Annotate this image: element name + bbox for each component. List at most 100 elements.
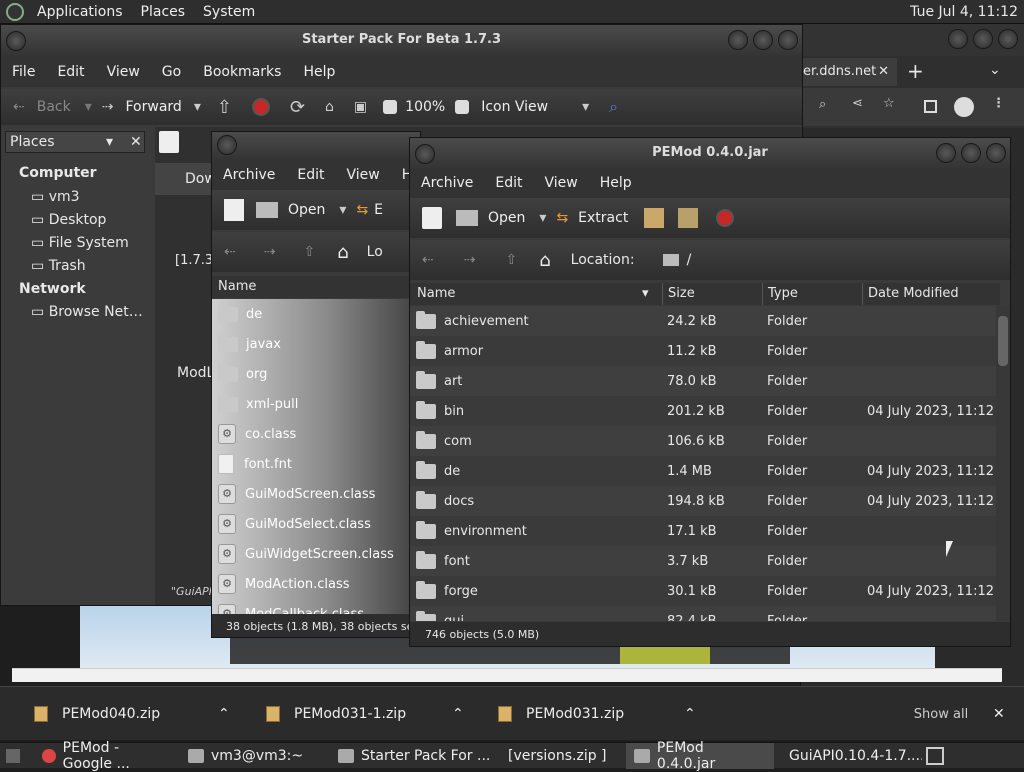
home-icon[interactable]: ⌂: [539, 250, 550, 271]
menu-view[interactable]: View: [336, 167, 391, 183]
list-item[interactable]: ⚙ co.class: [212, 419, 420, 449]
window-menu-icon[interactable]: [6, 31, 26, 51]
task-guiapi[interactable]: GuiAPI0.10.4-1.7....: [774, 743, 922, 769]
forward-dropdown-icon[interactable]: ▾: [194, 99, 201, 115]
zoom-out-button[interactable]: 100%: [383, 99, 445, 115]
new-archive-icon[interactable]: [224, 199, 244, 221]
list-item[interactable]: font.fnt: [212, 449, 420, 479]
tab-close-icon[interactable]: ✕: [878, 58, 889, 86]
bookmark-star-icon[interactable]: ☆: [883, 96, 895, 111]
download-item-1[interactable]: PEMod040.zip ⌃: [34, 687, 244, 741]
menu-archive[interactable]: Archive: [410, 175, 484, 191]
task-pemod-jar[interactable]: PEMod 0.4.0.jar: [626, 740, 774, 772]
forward-button[interactable]: ⇢ Forward ▾: [102, 99, 201, 115]
new-tab-icon[interactable]: +: [907, 59, 924, 83]
menu-edit[interactable]: Edit: [484, 175, 533, 191]
view-mode-dropdown[interactable]: Icon View ▾: [455, 99, 589, 115]
horizontal-scrollbar[interactable]: [12, 668, 1002, 682]
show-desktop-icon[interactable]: [6, 748, 20, 763]
back-icon[interactable]: ⇠: [422, 252, 434, 268]
list-item[interactable]: ⚙ ModCallback.class: [212, 599, 420, 614]
menu-edit[interactable]: Edit: [46, 64, 95, 80]
table-row[interactable]: bin 201.2 kB Folder 04 July 2023, 11:12: [410, 396, 996, 426]
search-icon[interactable]: ⌕: [819, 97, 826, 112]
sidebar-item-browse-network[interactable]: ▭ Browse Net…: [31, 304, 143, 320]
archive1-window-menu-icon[interactable]: [217, 135, 237, 155]
column-name[interactable]: Name ▾: [417, 283, 657, 305]
archive1-titlebar[interactable]: [212, 132, 420, 160]
task-versions-zip[interactable]: [versions.zip ]: [500, 743, 626, 769]
show-all-button[interactable]: Show all: [899, 687, 983, 741]
tab-list-chevron-icon[interactable]: ⌄: [989, 62, 1001, 78]
close-icon[interactable]: [778, 30, 798, 50]
column-size[interactable]: Size: [662, 283, 762, 305]
workspace-switcher-icon[interactable]: [926, 746, 944, 765]
sidebar-item-file-system[interactable]: ▭ File System: [31, 235, 129, 251]
maximize-icon[interactable]: [753, 30, 773, 50]
open-button[interactable]: Open ▾: [256, 202, 346, 218]
distro-logo-icon[interactable]: [6, 2, 24, 21]
table-row[interactable]: docs 194.8 kB Folder 04 July 2023, 11:12: [410, 486, 996, 516]
profile-avatar-icon[interactable]: [954, 97, 974, 117]
share-icon[interactable]: ⋖: [852, 96, 863, 111]
menu-view[interactable]: View: [534, 175, 589, 191]
download-options-chevron-icon[interactable]: ⌃: [684, 706, 696, 722]
more-menu-icon[interactable]: ⋮: [992, 96, 1005, 111]
forward-icon[interactable]: ⇢: [464, 252, 476, 268]
archive1-column-name[interactable]: Name: [212, 276, 420, 298]
edit-location-icon[interactable]: [159, 131, 179, 153]
list-item[interactable]: ⚙ ModAction.class: [212, 569, 420, 599]
task-chrome[interactable]: PEMod - Google ...: [34, 740, 180, 772]
sidebar-item-desktop[interactable]: ▭ Desktop: [31, 212, 106, 228]
table-row[interactable]: art 78.0 kB Folder: [410, 366, 996, 396]
menu-applications[interactable]: Applications: [28, 4, 132, 20]
open-button[interactable]: Open ▾: [456, 210, 546, 226]
table-row[interactable]: armor 11.2 kB Folder: [410, 336, 996, 366]
back-button[interactable]: ⇠ Back ▾: [13, 99, 92, 115]
add-folder-icon[interactable]: [678, 208, 699, 228]
browser-tab[interactable]: er.ddns.net ✕: [801, 58, 897, 86]
column-date-modified[interactable]: Date Modified: [862, 283, 1000, 305]
list-item[interactable]: javax: [212, 329, 420, 359]
minimize-icon[interactable]: [936, 143, 956, 163]
clock[interactable]: Tue Jul 4, 11:12: [910, 4, 1018, 20]
minimize-icon[interactable]: [728, 30, 748, 50]
download-item-3[interactable]: PEMod031.zip ⌃: [498, 687, 708, 741]
archive2-titlebar[interactable]: PEMod 0.4.0.jar: [410, 138, 1010, 170]
new-archive-icon[interactable]: [422, 207, 442, 229]
stop-icon[interactable]: [251, 98, 270, 116]
sidebar-close-icon[interactable]: ✕: [130, 132, 142, 152]
task-terminal[interactable]: vm3@vm3:~: [180, 743, 330, 769]
menu-edit[interactable]: Edit: [286, 167, 335, 183]
back-icon[interactable]: ⇠: [224, 244, 236, 260]
file-manager-titlebar[interactable]: Starter Pack For Beta 1.7.3: [1, 25, 802, 57]
menu-go[interactable]: Go: [151, 64, 192, 80]
forward-icon[interactable]: ⇢: [264, 244, 276, 260]
download-options-chevron-icon[interactable]: ⌃: [218, 706, 230, 722]
list-item[interactable]: ⚙ GuiModScreen.class: [212, 479, 420, 509]
reload-icon[interactable]: ⟳: [290, 97, 305, 118]
menu-bookmarks[interactable]: Bookmarks: [192, 64, 292, 80]
back-dropdown-icon[interactable]: ▾: [85, 99, 92, 115]
browser-max-icon[interactable]: [973, 29, 993, 49]
extract-button[interactable]: ⇆ E: [356, 202, 383, 218]
list-item[interactable]: org: [212, 359, 420, 389]
home-icon[interactable]: ⌂: [325, 99, 334, 115]
table-row[interactable]: com 106.6 kB Folder: [410, 426, 996, 456]
menu-archive[interactable]: Archive: [212, 167, 286, 183]
table-row[interactable]: de 1.4 MB Folder 04 July 2023, 11:12: [410, 456, 996, 486]
downloads-close-icon[interactable]: ✕: [993, 687, 1009, 741]
extract-button[interactable]: ⇆ Extract: [556, 210, 628, 226]
download-options-chevron-icon[interactable]: ⌃: [452, 706, 464, 722]
search-icon[interactable]: ⌕: [609, 97, 618, 117]
close-icon[interactable]: [986, 143, 1006, 163]
table-row[interactable]: gui 82.4 kB Folder: [410, 606, 996, 621]
list-item[interactable]: de: [212, 299, 420, 329]
list-item[interactable]: xml-pull: [212, 389, 420, 419]
browser-min-icon[interactable]: [948, 29, 968, 49]
table-row[interactable]: environment 17.1 kB Folder: [410, 516, 996, 546]
browser-close-icon[interactable]: [998, 29, 1018, 49]
sidebar-item-trash[interactable]: ▭ Trash: [31, 258, 86, 274]
up-arrow-icon[interactable]: ⇧: [217, 97, 232, 118]
sidebar-item-vm3[interactable]: ▭ vm3: [31, 189, 80, 205]
